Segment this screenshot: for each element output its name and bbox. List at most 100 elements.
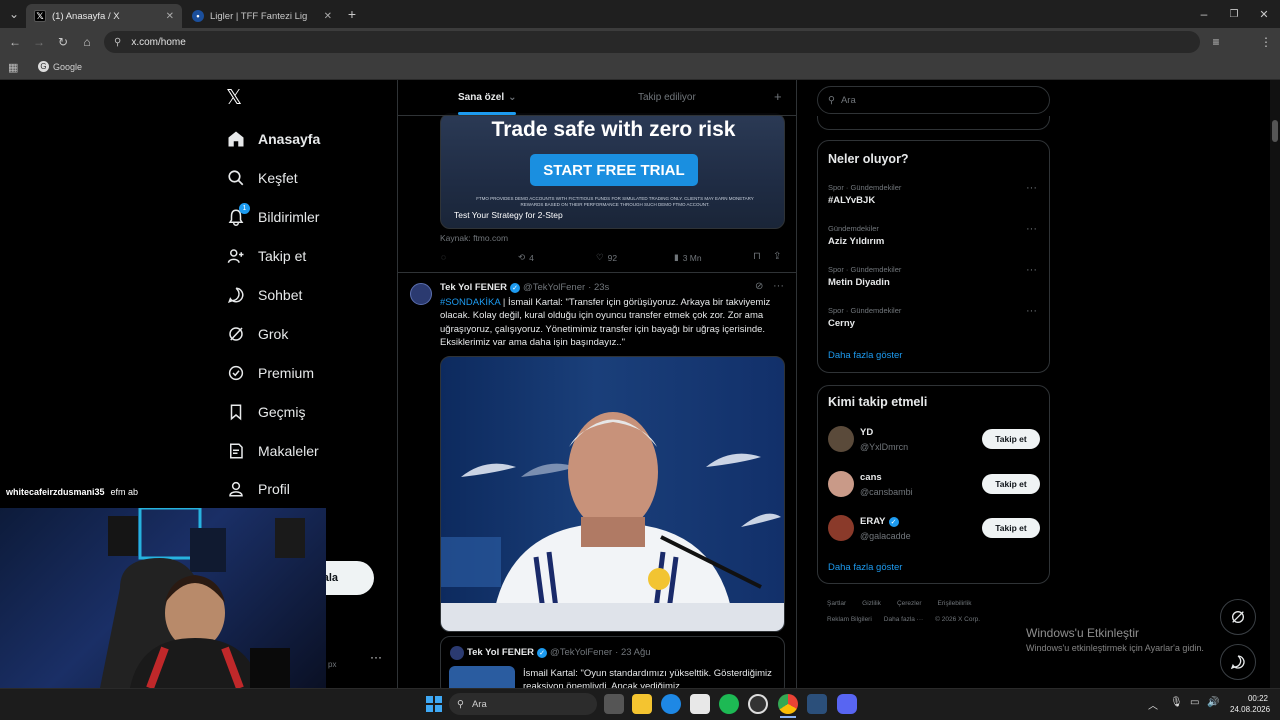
- post-image[interactable]: [440, 356, 785, 632]
- account-more-icon[interactable]: ···: [370, 650, 382, 664]
- tab-following[interactable]: Takip ediliyor: [638, 92, 696, 103]
- views-action[interactable]: ▮ 3 Mn: [674, 252, 702, 263]
- more-options-icon[interactable]: ···: [1026, 182, 1037, 194]
- nav-item-premium[interactable]: Premium: [226, 359, 314, 387]
- browser-tab-x[interactable]: 𝕏 (1) Anasayfa / X ✕: [26, 4, 182, 28]
- tab-search-icon[interactable]: ⌄: [6, 6, 22, 22]
- close-window-icon[interactable]: ✕: [1256, 6, 1272, 22]
- x-logo-icon[interactable]: 𝕏: [226, 88, 246, 108]
- add-tab-icon[interactable]: +: [774, 89, 782, 104]
- edge-icon[interactable]: [661, 694, 681, 714]
- grok-explain-icon[interactable]: ⊘: [755, 281, 763, 292]
- trend-name[interactable]: Cerny: [828, 318, 855, 329]
- store-icon[interactable]: [690, 694, 710, 714]
- scrollbar-thumb[interactable]: [1272, 120, 1278, 142]
- chevron-up-icon[interactable]: ︿: [1148, 697, 1158, 712]
- restore-icon[interactable]: ❐: [1226, 6, 1242, 22]
- steam-icon[interactable]: [748, 694, 768, 714]
- search-input[interactable]: ⚲ Ara: [817, 86, 1050, 114]
- footer-links: Şartlar Gizlilik Çerezler Erişilebilirli…: [827, 600, 971, 607]
- nav-item-follow[interactable]: Takip et: [226, 242, 306, 270]
- menu-kebab-icon[interactable]: ⋮: [1258, 34, 1274, 50]
- avatar[interactable]: [828, 515, 854, 541]
- avatar[interactable]: [828, 471, 854, 497]
- page-scrollbar[interactable]: [1270, 80, 1280, 688]
- nav-item-profile[interactable]: Profil: [226, 475, 290, 503]
- nav-item-chat[interactable]: Sohbet: [226, 281, 302, 309]
- follow-button[interactable]: Takip et: [982, 429, 1040, 449]
- minimize-icon[interactable]: –: [1196, 6, 1212, 22]
- ad-media-card[interactable]: Trade safe with zero risk START FREE TRI…: [440, 113, 785, 229]
- nav-item-articles[interactable]: Makaleler: [226, 437, 319, 465]
- more-options-icon[interactable]: ···: [1026, 305, 1037, 317]
- volume-icon[interactable]: 🔊: [1207, 697, 1219, 708]
- app-icon[interactable]: [807, 694, 827, 714]
- site-info-icon[interactable]: ⚲: [114, 37, 121, 48]
- grok-float-button[interactable]: [1220, 599, 1256, 635]
- task-view-icon[interactable]: [604, 694, 624, 714]
- footer-link[interactable]: Çerezler: [897, 600, 922, 607]
- tab-for-you[interactable]: Sana özel ⌄: [458, 92, 517, 103]
- nav-item-home[interactable]: Anasayfa: [226, 125, 320, 153]
- home-icon[interactable]: ⌂: [79, 34, 95, 50]
- bookmark-tweet-icon[interactable]: ⊓: [753, 251, 761, 262]
- suggestion-name[interactable]: ERAY: [860, 516, 886, 527]
- nav-item-grok[interactable]: Grok: [226, 320, 288, 348]
- post-time[interactable]: · 23s: [588, 282, 609, 293]
- taskbar-clock[interactable]: 00:22 24.08.2026: [1230, 693, 1270, 715]
- footer-link[interactable]: Erişilebilirlik: [938, 600, 972, 607]
- start-button-icon[interactable]: [426, 696, 442, 712]
- follow-button[interactable]: Takip et: [982, 518, 1040, 538]
- nav-item-explore[interactable]: Keşfet: [226, 164, 298, 192]
- avatar[interactable]: [410, 283, 432, 305]
- retweet-action[interactable]: ⟲ 4: [518, 252, 534, 263]
- bookmark-google[interactable]: G Google: [38, 61, 82, 72]
- more-options-icon[interactable]: ···: [1026, 223, 1037, 235]
- show-more-link[interactable]: Daha fazla göster: [828, 562, 902, 573]
- nav-item-bookmarks[interactable]: Geçmiş: [226, 398, 305, 426]
- like-action[interactable]: ♡ 92: [596, 252, 617, 263]
- spotify-icon[interactable]: [719, 694, 739, 714]
- discord-icon[interactable]: [837, 694, 857, 714]
- post-hashtag[interactable]: #SONDAKİKA: [440, 297, 500, 308]
- address-bar[interactable]: ⚲ x.com/home: [104, 31, 1200, 53]
- forward-icon[interactable]: →: [31, 34, 47, 50]
- ad-cta-button[interactable]: START FREE TRIAL: [530, 154, 698, 186]
- footer-link[interactable]: Gizlilik: [862, 600, 881, 607]
- footer-link[interactable]: Reklam Bilgileri: [827, 616, 872, 623]
- ad-source[interactable]: Kaynak: ftmo.com: [440, 233, 508, 243]
- reading-list-icon[interactable]: ≡: [1208, 34, 1224, 50]
- trend-name[interactable]: #ALYvBJK: [828, 195, 875, 206]
- close-tab-icon[interactable]: ✕: [166, 11, 174, 22]
- show-more-link[interactable]: Daha fazla göster: [828, 350, 902, 361]
- messages-float-button[interactable]: [1220, 644, 1256, 680]
- suggestion-name[interactable]: YD: [860, 427, 873, 438]
- apps-grid-icon[interactable]: ▦: [8, 61, 18, 74]
- share-icon[interactable]: ⇪: [773, 251, 781, 262]
- close-tab-icon[interactable]: ✕: [324, 11, 332, 22]
- nav-item-notifications[interactable]: 1 Bildirimler: [226, 203, 319, 231]
- file-explorer-icon[interactable]: [632, 694, 652, 714]
- follow-button[interactable]: Takip et: [982, 474, 1040, 494]
- articles-icon: [226, 441, 246, 461]
- reload-icon[interactable]: ↻: [55, 34, 71, 50]
- chrome-icon[interactable]: [778, 694, 798, 714]
- footer-link[interactable]: Şartlar: [827, 600, 846, 607]
- taskbar-search[interactable]: ⚲ Ara: [449, 693, 597, 715]
- network-icon[interactable]: ▭: [1190, 697, 1199, 708]
- reply-action[interactable]: ◌: [441, 252, 446, 262]
- suggestion-name[interactable]: cans: [860, 472, 882, 483]
- new-tab-icon[interactable]: +: [344, 6, 360, 22]
- microphone-icon[interactable]: 🎙: [1170, 697, 1183, 708]
- more-options-icon[interactable]: ···: [773, 280, 784, 292]
- trend-name[interactable]: Metin Diyadin: [828, 277, 890, 288]
- more-options-icon[interactable]: ···: [1026, 264, 1037, 276]
- home-icon: [226, 129, 246, 149]
- post-author[interactable]: Tek Yol FENER: [440, 282, 507, 293]
- browser-tab-tff[interactable]: • Ligler | TFF Fantezi Lig ✕: [184, 4, 340, 28]
- back-icon[interactable]: ←: [7, 34, 23, 50]
- avatar[interactable]: [828, 426, 854, 452]
- footer-link[interactable]: Daha fazla ···: [884, 616, 923, 623]
- trend-name[interactable]: Aziz Yıldırım: [828, 236, 884, 247]
- post-handle[interactable]: @TekYolFener: [523, 282, 585, 293]
